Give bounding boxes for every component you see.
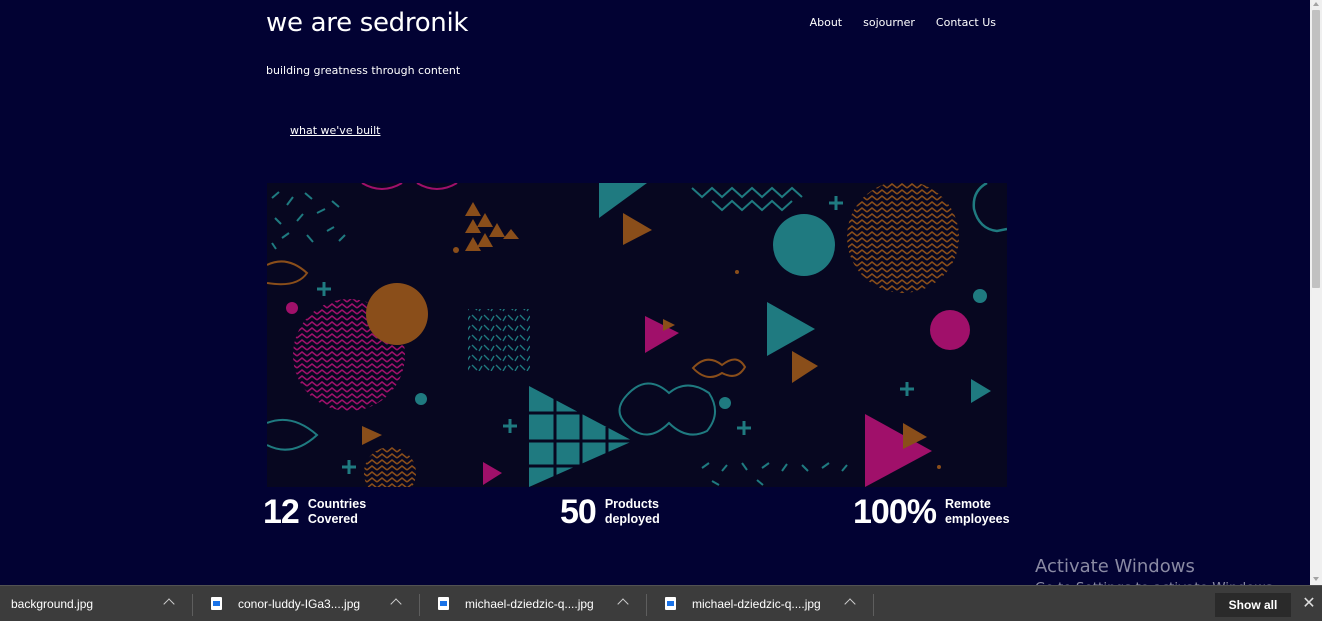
stat-remote: 100% Remote employees [853, 494, 1015, 530]
scroll-up-icon[interactable] [1313, 2, 1319, 6]
hero-image [267, 183, 1007, 487]
divider [646, 594, 647, 616]
stat-label: Countries Covered [308, 497, 378, 527]
download-item[interactable]: conor-luddy-IGa3....jpg [211, 586, 360, 621]
stat-label-line1: Products [604, 497, 660, 511]
stat-label: Products deployed [605, 497, 675, 527]
stat-value: 50 [560, 493, 597, 531]
close-icon[interactable]: ✕ [1302, 596, 1316, 612]
nav-sojourner[interactable]: sojourner [863, 16, 915, 29]
stat-value: 100% [853, 493, 937, 531]
stat-label-line1: Remote [944, 497, 991, 511]
vertical-scrollbar[interactable] [1310, 0, 1322, 585]
image-file-icon [665, 597, 676, 610]
divider [192, 594, 193, 616]
image-file-icon [438, 597, 449, 610]
stat-products: 50 Products deployed [560, 494, 675, 530]
site-tagline: building greatness through content [266, 64, 461, 77]
page: we are sedronik building greatness throu… [0, 0, 1310, 596]
stat-label: Remote employees [945, 497, 1015, 527]
stat-countries: 12 Countries Covered [263, 494, 378, 530]
stat-label-line2: deployed [604, 512, 660, 526]
main-nav: About sojourner Contact Us [789, 16, 996, 29]
divider [419, 594, 420, 616]
stat-label-line2: employees [944, 512, 1010, 526]
chevron-up-icon[interactable] [163, 598, 175, 610]
chevron-up-icon[interactable] [617, 598, 629, 610]
divider [873, 594, 874, 616]
stat-value: 12 [263, 493, 300, 531]
download-item[interactable]: michael-dziedzic-q....jpg [438, 586, 594, 621]
what-weve-built-link[interactable]: what we've built [290, 124, 380, 137]
chevron-up-icon[interactable] [390, 598, 402, 610]
chevron-up-icon[interactable] [844, 598, 856, 610]
image-file-icon [211, 597, 222, 610]
watermark-title: Activate Windows [1035, 556, 1195, 577]
stat-label-line1: Countries [307, 497, 367, 511]
show-all-button[interactable]: Show all [1215, 593, 1291, 617]
geometric-pattern-image [267, 183, 1007, 487]
download-item[interactable]: michael-dziedzic-q....jpg [665, 586, 821, 621]
scrollbar-thumb[interactable] [1312, 10, 1320, 288]
download-filename: conor-luddy-IGa3....jpg [238, 596, 361, 611]
scroll-down-icon[interactable] [1313, 577, 1319, 581]
stat-label-line2: Covered [307, 512, 358, 526]
download-filename: michael-dziedzic-q....jpg [692, 596, 821, 611]
download-filename: background.jpg [11, 596, 94, 611]
site-title[interactable]: we are sedronik [266, 8, 468, 38]
nav-about[interactable]: About [810, 16, 843, 29]
stats-bar: 12 Countries Covered 50 Products deploye… [263, 494, 1023, 534]
download-item[interactable]: background.jpg [11, 586, 93, 621]
downloads-bar: background.jpg conor-luddy-IGa3....jpg m… [0, 585, 1322, 621]
nav-contact-us[interactable]: Contact Us [936, 16, 996, 29]
download-filename: michael-dziedzic-q....jpg [465, 596, 594, 611]
